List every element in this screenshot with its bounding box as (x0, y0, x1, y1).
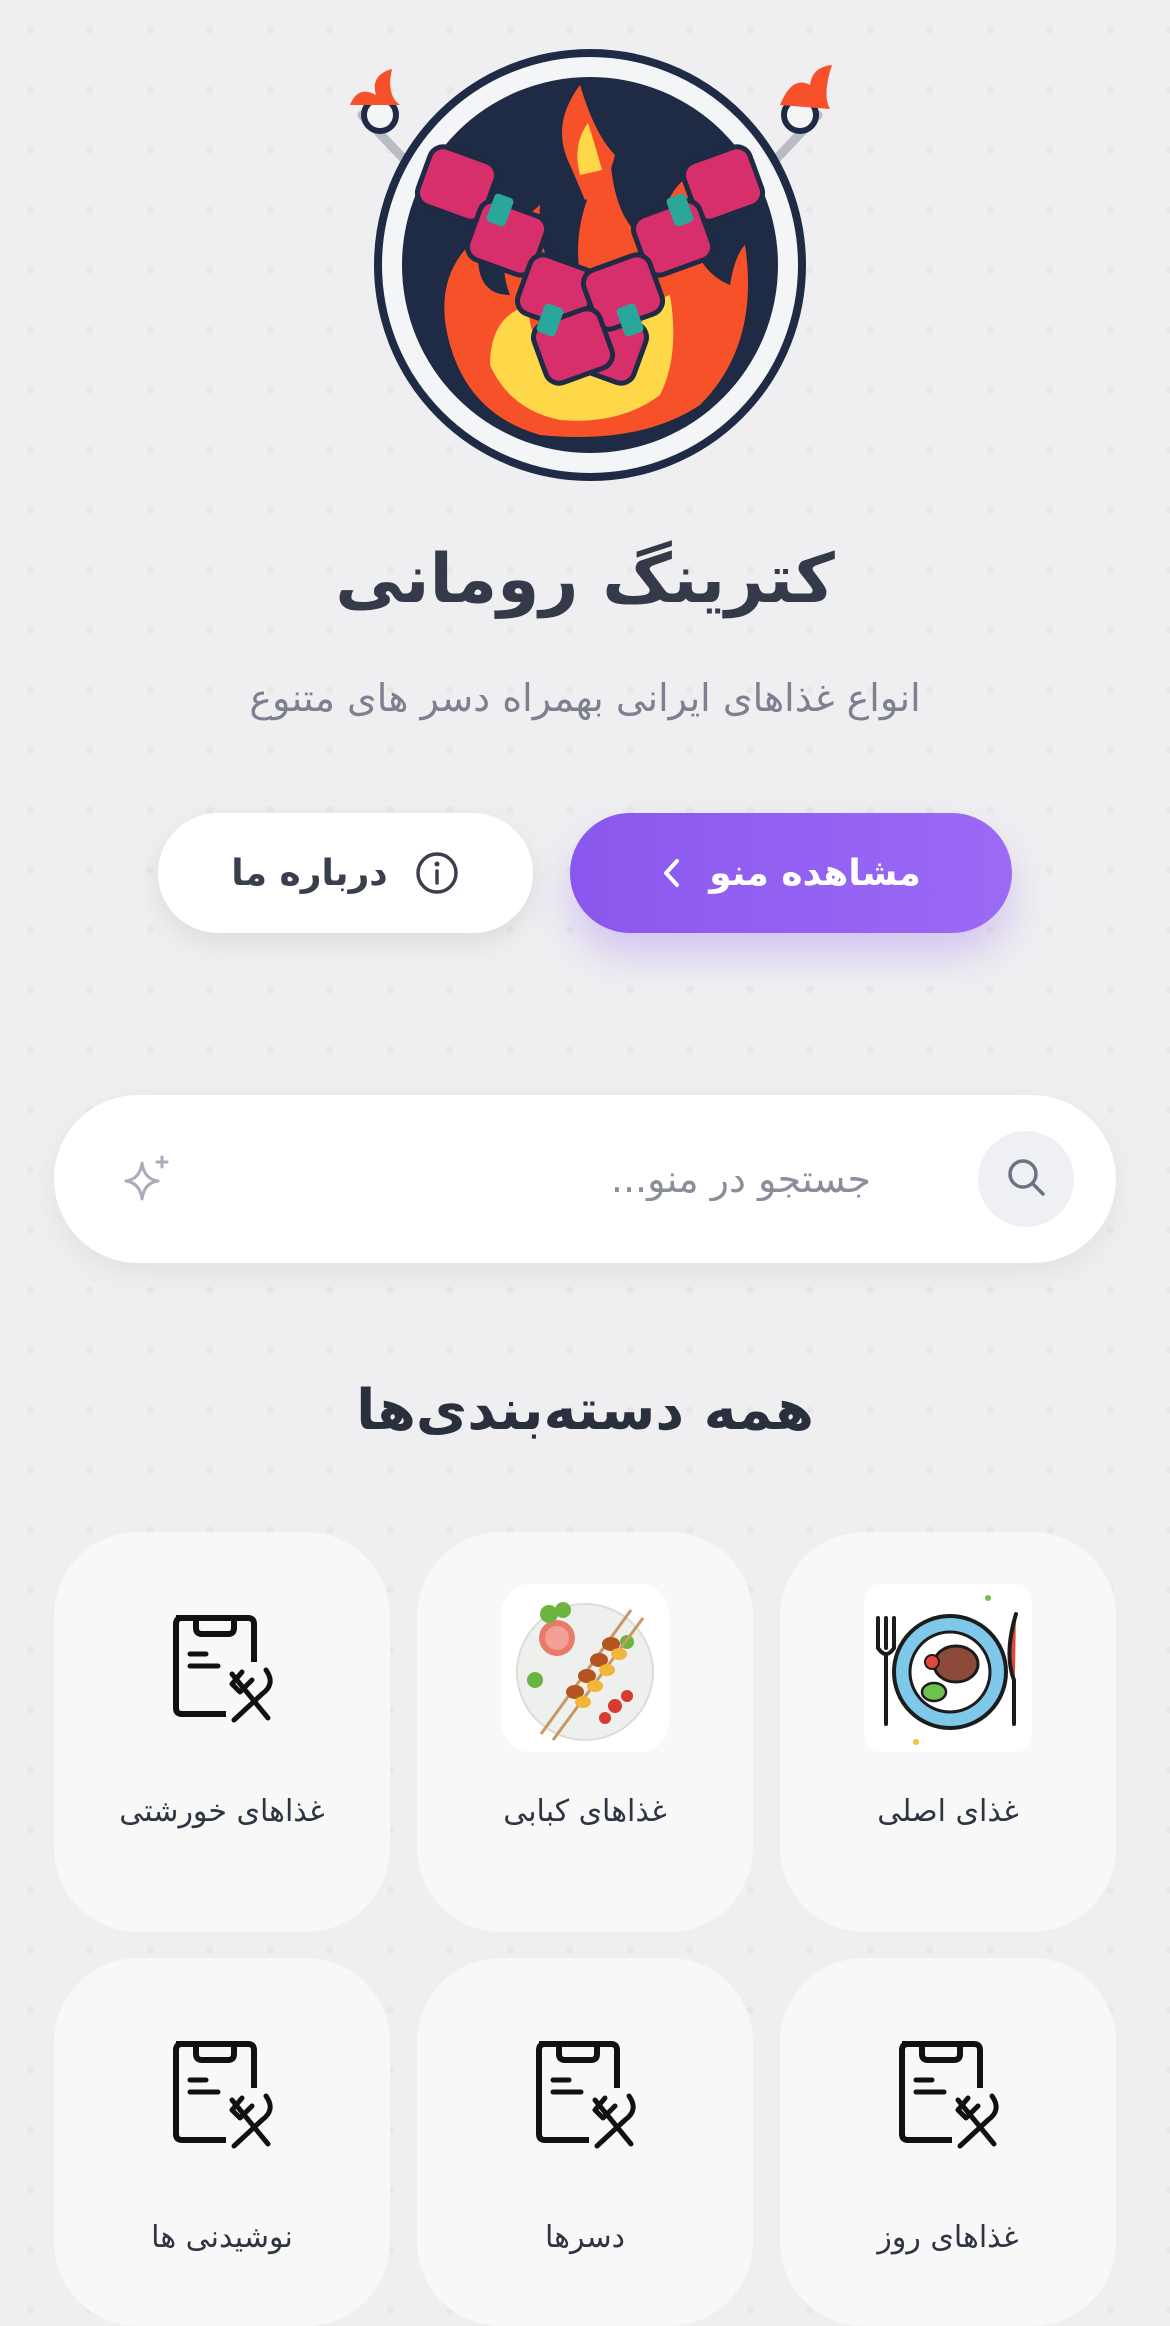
search-icon (1004, 1155, 1048, 1203)
search-input[interactable] (311, 1141, 871, 1217)
category-label: غذای اصلی (877, 1794, 1019, 1829)
menu-cutlery-icon (138, 2010, 306, 2178)
category-label: غذاهای خورشتی (119, 1794, 325, 1829)
about-us-button[interactable]: درباره ما (158, 813, 533, 933)
sparkle-icon[interactable] (120, 1151, 176, 1211)
category-card[interactable]: نوشیدنی ها (54, 1958, 390, 2326)
brand-title: کترینگ رومانی (335, 540, 835, 619)
brand-logo (340, 45, 840, 485)
search-bar (54, 1095, 1116, 1263)
menu-cutlery-icon (864, 2010, 1032, 2178)
info-icon (414, 850, 460, 896)
category-label: نوشیدنی ها (151, 2220, 293, 2255)
category-label: غذاهای روز (877, 2220, 1019, 2255)
view-menu-button[interactable]: مشاهده منو (570, 813, 1012, 933)
category-label: دسرها (544, 2220, 625, 2255)
category-card[interactable]: غذاهای خورشتی (54, 1532, 390, 1932)
category-card[interactable]: غذاهای کبابی (417, 1532, 753, 1932)
plate-steak-icon (864, 1584, 1032, 1752)
kebab-logo-icon (350, 49, 832, 481)
category-card[interactable]: غذای اصلی (780, 1532, 1116, 1932)
search-button[interactable] (978, 1131, 1074, 1227)
brand-subtitle: انواع غذاهای ایرانی بهمراه دسر های متنوع (249, 676, 921, 720)
menu-cutlery-icon (501, 2010, 669, 2178)
about-us-label: درباره ما (231, 852, 388, 894)
menu-cutlery-icon (138, 1584, 306, 1752)
category-card[interactable]: غذاهای روز (780, 1958, 1116, 2326)
categories-title: همه دسته‌بندی‌ها (356, 1378, 814, 1443)
view-menu-label: مشاهده منو (709, 852, 921, 894)
category-label: غذاهای کبابی (503, 1794, 667, 1829)
chevron-left-icon (661, 857, 683, 889)
category-card[interactable]: دسرها (417, 1958, 753, 2326)
kebab-plate-icon (501, 1584, 669, 1752)
